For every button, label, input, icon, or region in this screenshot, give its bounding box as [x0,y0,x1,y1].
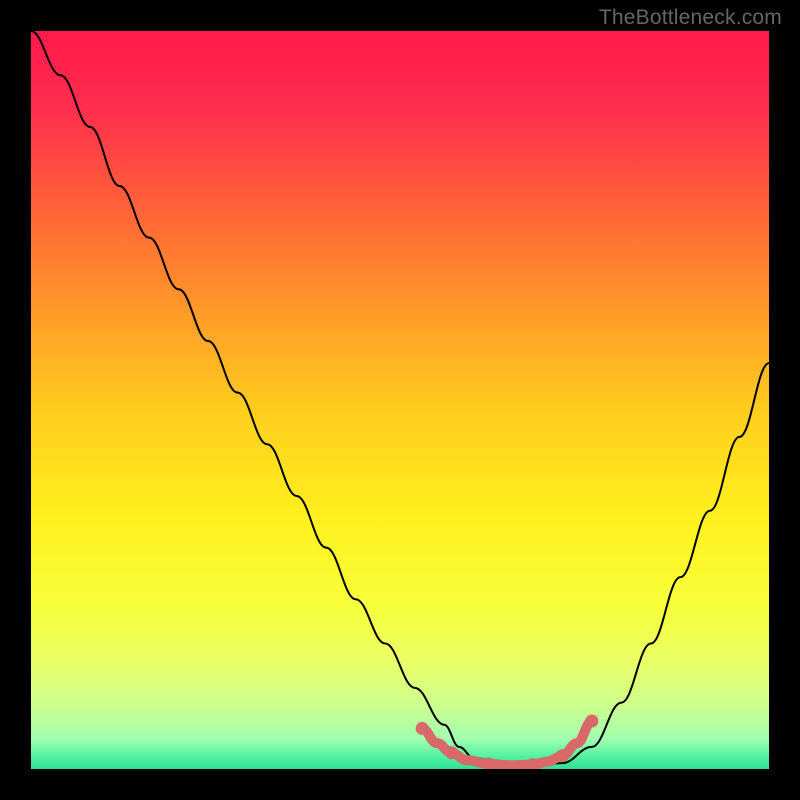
optimal-marker-dot [585,715,598,728]
plot-area [31,31,769,769]
watermark-text: TheBottleneck.com [599,6,782,30]
optimal-marker-dot [416,722,429,735]
chart-container: TheBottleneck.com [0,0,800,800]
curves [31,31,769,769]
bottleneck-curve [31,31,769,765]
optimal-marker-dot [556,749,569,762]
optimal-marker-dot [445,746,458,759]
